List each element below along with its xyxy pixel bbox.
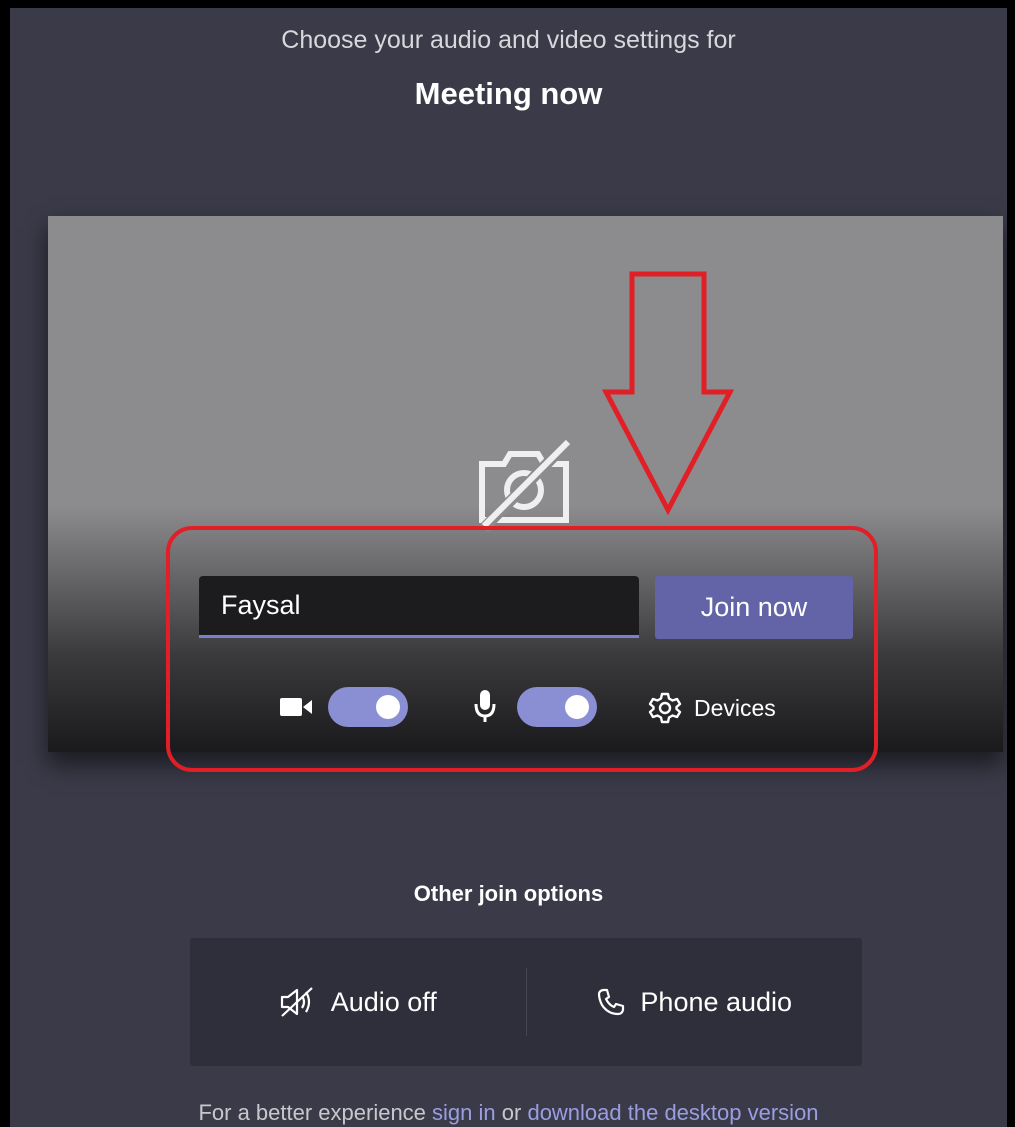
- annotation-highlight-box: [166, 526, 878, 772]
- footer-prefix: For a better experience: [198, 1100, 426, 1125]
- phone-icon: [598, 988, 625, 1016]
- other-join-options-title: Other join options: [413, 881, 604, 906]
- camera-off-icon: [479, 436, 574, 532]
- meeting-title: Meeting now: [414, 76, 603, 111]
- audio-off-option[interactable]: Audio off: [190, 938, 526, 1066]
- phone-audio-option[interactable]: Phone audio: [527, 938, 863, 1066]
- join-now-button[interactable]: Join now: [655, 576, 853, 639]
- devices-button[interactable]: Devices: [648, 690, 776, 726]
- annotation-arrow: [602, 271, 734, 516]
- footer-text: For a better experience sign in or downl…: [10, 1100, 1007, 1126]
- gear-icon: [648, 692, 682, 724]
- devices-label: Devices: [694, 694, 776, 721]
- other-join-options: Audio off Phone audio: [190, 938, 862, 1066]
- microphone-icon: [474, 690, 496, 722]
- footer-or: or: [501, 1100, 522, 1125]
- phone-audio-label: Phone audio: [640, 986, 793, 1017]
- speaker-off-icon: [280, 987, 313, 1017]
- download-desktop-link[interactable]: download the desktop version: [527, 1100, 818, 1125]
- camera-toggle[interactable]: [328, 687, 408, 727]
- video-camera-icon: [280, 698, 312, 716]
- sign-in-link[interactable]: sign in: [432, 1100, 496, 1125]
- camera-toggle-knob: [376, 695, 400, 719]
- audio-off-label: Audio off: [330, 986, 437, 1017]
- name-input[interactable]: [199, 576, 639, 638]
- microphone-toggle-knob: [565, 695, 589, 719]
- microphone-toggle[interactable]: [517, 687, 597, 727]
- meeting-prejoin-screen: Choose your audio and video settings for…: [10, 8, 1007, 1127]
- settings-subtitle: Choose your audio and video settings for: [281, 26, 736, 54]
